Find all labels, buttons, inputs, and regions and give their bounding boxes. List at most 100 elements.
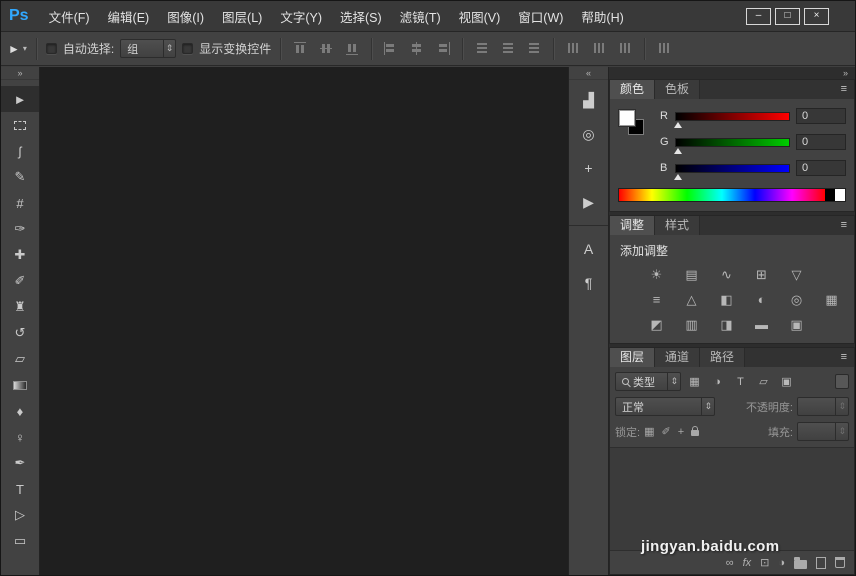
lock-paint-icon[interactable]: ✐ [661,425,670,438]
close-button[interactable]: × [804,7,829,25]
tool-eraser[interactable]: ▱ [1,346,39,372]
green-slider[interactable] [674,137,790,154]
opacity-dropdown[interactable]: ⇕ [797,397,849,416]
adjustment-layer-icon[interactable]: ◑ [778,557,785,569]
tab-channels[interactable]: 通道 [655,348,701,367]
adjustment-gradient-map-button[interactable]: ▬ [745,313,778,336]
blend-mode-dropdown[interactable]: 正常 ⇕ [615,397,715,416]
filter-type-layers-button[interactable]: T [731,373,750,390]
tool-spot-healing-brush[interactable]: ✚ [1,242,39,268]
toolbar-collapse-button[interactable]: » [1,67,39,80]
tab-layers[interactable]: 图层 [610,348,656,367]
distribute-top-edges-button[interactable] [472,39,492,59]
tab-color[interactable]: 颜色 [610,80,656,99]
character-panel-button[interactable]: A [569,232,608,266]
tool-move[interactable]: ► [1,86,39,112]
new-layer-icon[interactable] [816,556,826,569]
show-transform-checkbox[interactable] [182,43,194,54]
menu-item-window[interactable]: 窗口(W) [509,1,572,31]
tool-path-selection[interactable]: ▷ [1,502,39,528]
green-value-field[interactable]: 0 [796,134,846,150]
adjustment-channel-mixer-button[interactable]: ◎ [780,288,813,311]
tab-adjustments[interactable]: 调整 [610,216,656,235]
menu-item-type[interactable]: 文字(Y) [271,1,331,31]
adjustment-threshold-button[interactable]: ◨ [710,313,743,336]
filter-shape-layers-button[interactable]: ▱ [754,373,773,390]
spectrum-white-swatch[interactable] [835,189,845,201]
tool-blur[interactable]: ♦ [1,398,39,424]
menu-item-select[interactable]: 选择(S) [331,1,391,31]
align-left-edges-button[interactable] [381,39,401,59]
filter-adjustment-layers-button[interactable]: ◑ [708,373,727,390]
adjustment-exposure-button[interactable]: ⊞ [745,263,778,286]
red-slider-handle[interactable] [674,121,682,128]
dock-collapse-button[interactable]: » [609,67,855,79]
tool-preset-picker[interactable]: ► ▾ [8,42,27,56]
spectrum-gradient[interactable] [619,189,825,201]
align-top-edges-button[interactable] [290,39,310,59]
adjustment-brightness-contrast-button[interactable]: ☀ [640,263,673,286]
menu-item-image[interactable]: 图像(I) [158,1,213,31]
menu-item-layer[interactable]: 图层(L) [213,1,271,31]
layer-mask-icon[interactable]: ⊡ [760,556,769,569]
foreground-color-swatch[interactable] [619,110,635,126]
tool-clone-stamp[interactable]: ♜ [1,294,39,320]
new-group-icon[interactable] [794,556,807,569]
tool-gradient[interactable] [1,372,39,398]
tool-rectangular-marquee[interactable] [1,112,39,138]
strip-expand-button[interactable]: « [569,67,608,80]
menu-item-file[interactable]: 文件(F) [40,1,99,31]
blue-slider-handle[interactable] [674,173,682,180]
lock-position-icon[interactable]: + [678,426,684,438]
paragraph-panel-button[interactable]: ¶ [569,266,608,300]
tool-type[interactable]: T [1,476,39,502]
lock-all-icon[interactable] [691,426,700,436]
auto-align-layers-button[interactable] [654,39,674,59]
red-value-field[interactable]: 0 [796,108,846,124]
adjustment-vibrance-button[interactable]: ▽ [780,263,813,286]
filter-pixel-layers-button[interactable]: ▦ [685,373,704,390]
tab-paths[interactable]: 路径 [700,348,746,367]
adjustment-selective-color-button[interactable]: ▣ [780,313,813,336]
adjustment-color-balance-button[interactable]: △ [675,288,708,311]
navigator-panel-button[interactable]: ◎ [569,117,608,151]
fill-dropdown[interactable]: ⇕ [797,422,849,441]
tool-pen[interactable]: ✒ [1,450,39,476]
panel-menu-icon[interactable]: ≡ [834,80,854,99]
adjustment-color-lookup-button[interactable]: ▦ [815,288,848,311]
adjustment-hue-saturation-button[interactable]: ≡ [640,288,673,311]
delete-layer-icon[interactable] [835,557,845,568]
distribute-left-edges-button[interactable] [563,39,583,59]
minimize-button[interactable]: – [746,7,771,25]
align-vertical-centers-button[interactable] [316,39,336,59]
tool-rectangle[interactable]: ▭ [1,528,39,554]
panel-menu-icon[interactable]: ≡ [834,216,854,235]
layer-effects-icon[interactable]: fx [743,557,752,569]
tool-crop[interactable]: # [1,190,39,216]
tool-lasso[interactable]: ʃ [1,138,39,164]
auto-select-checkbox[interactable] [45,43,57,54]
blue-slider[interactable] [674,163,790,180]
align-horizontal-centers-button[interactable] [407,39,427,59]
histogram-panel-button[interactable]: ▟ [569,83,608,117]
adjustment-levels-button[interactable]: ▤ [675,263,708,286]
tool-history-brush[interactable]: ↺ [1,320,39,346]
green-slider-handle[interactable] [674,147,682,154]
distribute-bottom-edges-button[interactable] [524,39,544,59]
menu-item-filter[interactable]: 滤镜(T) [391,1,450,31]
auto-select-dropdown[interactable]: 组 ⇕ [120,39,177,58]
actions-panel-button[interactable]: ▶ [569,185,608,219]
menu-item-view[interactable]: 视图(V) [450,1,510,31]
layer-filter-toggle[interactable] [835,374,849,389]
adjustment-photo-filter-button[interactable]: ◐ [745,288,778,311]
color-spectrum-ramp[interactable] [618,188,846,202]
align-bottom-edges-button[interactable] [342,39,362,59]
adjustment-invert-button[interactable]: ◩ [640,313,673,336]
menu-item-help[interactable]: 帮助(H) [572,1,632,31]
filter-smart-objects-button[interactable]: ▣ [777,373,796,390]
adjustment-posterize-button[interactable]: ▥ [675,313,708,336]
tool-eyedropper[interactable]: ✑ [1,216,39,242]
menu-item-edit[interactable]: 编辑(E) [99,1,159,31]
adjustment-black-white-button[interactable]: ◧ [710,288,743,311]
tool-dodge[interactable]: ♀ [1,424,39,450]
